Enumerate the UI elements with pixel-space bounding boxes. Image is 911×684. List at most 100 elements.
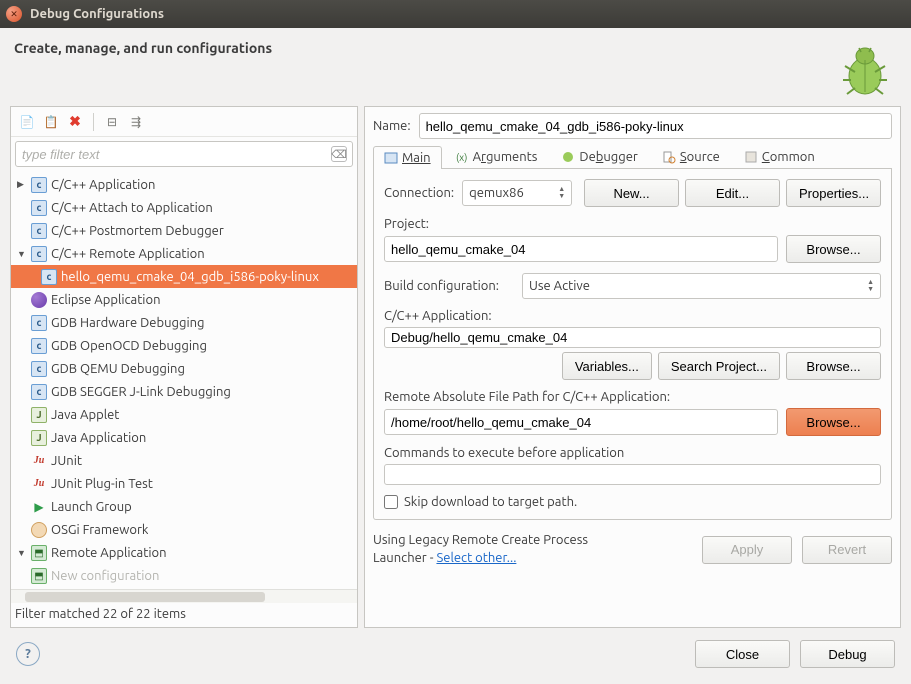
c-node-icon: c: [31, 223, 47, 239]
config-tree[interactable]: ▶cC/C++ ApplicationcC/C++ Attach to Appl…: [11, 171, 357, 589]
tree-item[interactable]: JJava Application: [11, 426, 357, 449]
tree-item[interactable]: Eclipse Application: [11, 288, 357, 311]
close-button[interactable]: Close: [695, 640, 790, 668]
tree-item-label: GDB OpenOCD Debugging: [51, 339, 207, 353]
project-label: Project:: [384, 217, 881, 231]
lg-node-icon: ▶: [31, 499, 47, 515]
tree-item[interactable]: JuJUnit Plug-in Test: [11, 472, 357, 495]
tree-item[interactable]: cGDB OpenOCD Debugging: [11, 334, 357, 357]
tree-item[interactable]: J Java Applet: [11, 403, 357, 426]
tab-main[interactable]: Main: [373, 146, 442, 169]
tree-item-label: JUnit: [51, 454, 82, 468]
tree-item-label: GDB Hardware Debugging: [51, 316, 205, 330]
tree-item[interactable]: chello_qemu_cmake_04_gdb_i586-poky-linux: [11, 265, 357, 288]
tree-item[interactable]: OSGi Framework: [11, 518, 357, 541]
remote-path-input[interactable]: [384, 409, 778, 435]
application-input[interactable]: [384, 327, 881, 348]
tree-item[interactable]: ⬒ New configuration: [11, 564, 357, 587]
config-editor-panel: Name: Main (x) Arguments Debugger: [364, 106, 901, 628]
arguments-tab-icon: (x): [455, 150, 469, 164]
tree-item-label: Remote Application: [51, 546, 167, 560]
project-browse-button[interactable]: Browse...: [786, 235, 881, 263]
rem-node-icon: ⬒: [31, 568, 47, 584]
help-button[interactable]: ?: [16, 642, 40, 666]
main-tab-content: Connection: qemux86 ▲▼ New... Edit... Pr…: [373, 169, 892, 520]
expand-arrow-icon: ▶: [17, 179, 27, 190]
c-node-icon: c: [31, 177, 47, 193]
tree-item[interactable]: ▼cC/C++ Remote Application: [11, 242, 357, 265]
commands-input[interactable]: [384, 464, 881, 485]
tree-item[interactable]: cC/C++ Postmortem Debugger: [11, 219, 357, 242]
select-launcher-link[interactable]: Select other...: [436, 551, 516, 565]
application-browse-button[interactable]: Browse...: [786, 352, 881, 380]
tree-item-label: Eclipse Application: [51, 293, 161, 307]
ecl-node-icon: [31, 292, 47, 308]
ju-node-icon: Ju: [31, 476, 47, 492]
j-node-icon: J: [31, 430, 47, 446]
revert-button[interactable]: Revert: [802, 536, 892, 564]
search-project-button[interactable]: Search Project...: [658, 352, 780, 380]
filter-clear-icon[interactable]: ⌫: [331, 146, 347, 162]
tree-item[interactable]: ▶Launch Group: [11, 495, 357, 518]
dialog-title: Create, manage, and run configurations: [14, 40, 897, 56]
tree-item[interactable]: cGDB QEMU Debugging: [11, 357, 357, 380]
tree-item[interactable]: c GDB SEGGER J-Link Debugging: [11, 380, 357, 403]
project-input[interactable]: [384, 236, 778, 262]
tree-item-label: GDB QEMU Debugging: [51, 362, 185, 376]
commands-label: Commands to execute before application: [384, 446, 881, 460]
collapse-all-icon[interactable]: ⊟: [102, 112, 122, 132]
tree-item[interactable]: cGDB Hardware Debugging: [11, 311, 357, 334]
remote-browse-button[interactable]: Browse...: [786, 408, 881, 436]
tab-arguments[interactable]: (x) Arguments: [444, 145, 549, 168]
tab-common[interactable]: Common: [733, 145, 826, 168]
tab-source[interactable]: Source: [651, 145, 731, 168]
filter-icon[interactable]: ⇶: [126, 112, 146, 132]
filter-status: Filter matched 22 of 22 items: [11, 603, 357, 627]
config-tree-panel: 📄 📋 ✖ ⊟ ⇶ ⌫ ▶cC/C++ ApplicationcC/C++ At…: [10, 106, 358, 628]
tree-item[interactable]: cC/C++ Attach to Application: [11, 196, 357, 219]
apply-button[interactable]: Apply: [702, 536, 792, 564]
buildcfg-dropdown[interactable]: Use Active ▲▼: [522, 273, 881, 299]
tab-debugger[interactable]: Debugger: [550, 145, 648, 168]
rem-node-icon: ⬒: [31, 545, 47, 561]
variables-button[interactable]: Variables...: [562, 352, 652, 380]
connection-properties-button[interactable]: Properties...: [786, 179, 881, 207]
horizontal-scrollbar[interactable]: [11, 589, 357, 603]
tree-item[interactable]: JuJUnit: [11, 449, 357, 472]
tree-item-label: OSGi Framework: [51, 523, 148, 537]
connection-edit-button[interactable]: Edit...: [685, 179, 780, 207]
c-node-icon: c: [31, 384, 47, 400]
name-label: Name:: [373, 119, 411, 133]
connection-dropdown[interactable]: qemux86 ▲▼: [462, 180, 572, 206]
duplicate-config-icon[interactable]: 📋: [41, 112, 61, 132]
window-close-button[interactable]: ✕: [6, 6, 22, 22]
window-titlebar: ✕ Debug Configurations: [0, 0, 911, 28]
filter-text-input[interactable]: [15, 141, 353, 167]
osgi-node-icon: [31, 522, 47, 538]
window-title: Debug Configurations: [30, 7, 164, 21]
tree-item-label: hello_qemu_cmake_04_gdb_i586-poky-linux: [61, 270, 319, 284]
debug-button[interactable]: Debug: [800, 640, 895, 668]
name-input[interactable]: [419, 113, 892, 139]
tree-item[interactable]: ▶ c C/C++ Application: [11, 173, 357, 196]
new-config-icon[interactable]: 📄: [17, 112, 37, 132]
expand-arrow-icon: ▼: [17, 249, 27, 259]
skip-download-label: Skip download to target path.: [404, 495, 577, 509]
common-tab-icon: [744, 150, 758, 164]
tree-item-label: C/C++ Application: [51, 178, 155, 192]
connection-new-button[interactable]: New...: [584, 179, 679, 207]
tree-item-label: Java Applet: [51, 408, 119, 422]
tree-item[interactable]: ▼⬒Remote Application: [11, 541, 357, 564]
skip-download-checkbox[interactable]: [384, 495, 398, 509]
tree-item-label: New configuration: [51, 569, 159, 583]
svg-text:(x): (x): [456, 152, 467, 163]
tree-item-label: C/C++ Attach to Application: [51, 201, 213, 215]
debug-bug-icon: [837, 42, 893, 98]
remote-path-label: Remote Absolute File Path for C/C++ Appl…: [384, 390, 881, 404]
buildcfg-label: Build configuration:: [384, 279, 514, 293]
delete-config-icon[interactable]: ✖: [65, 112, 85, 132]
tree-item-label: GDB SEGGER J-Link Debugging: [51, 385, 231, 399]
j-node-icon: J: [31, 407, 47, 423]
launcher-info: Using Legacy Remote Create Process Launc…: [373, 532, 692, 567]
c-node-icon: c: [31, 246, 47, 262]
